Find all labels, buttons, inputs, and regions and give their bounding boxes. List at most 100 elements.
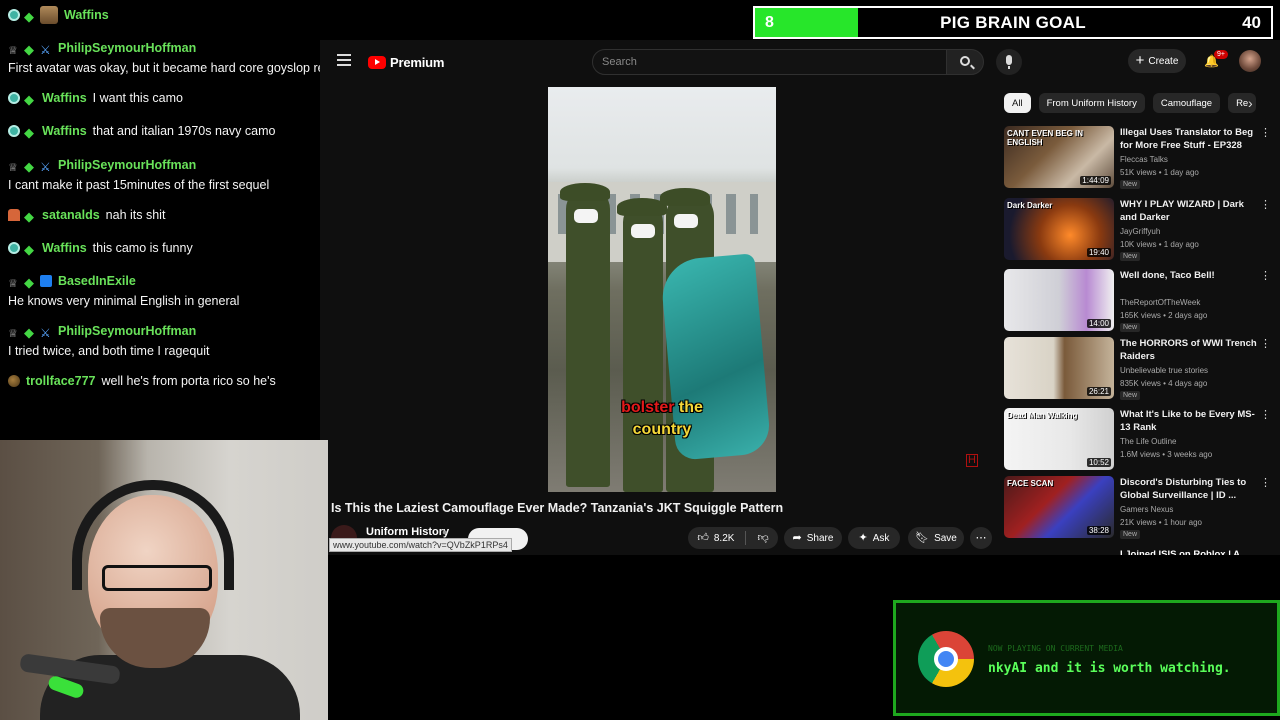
filter-chips: All From Uniform History Camouflage Re xyxy=(1004,93,1257,113)
gem-badge-icon xyxy=(24,92,36,104)
recommendation-title[interactable]: WHY I PLAY WIZARD | Dark and Darker xyxy=(1120,198,1258,224)
video-duration: 19:40 xyxy=(1086,248,1111,257)
chevron-right-icon[interactable]: › xyxy=(1248,95,1253,111)
account-avatar[interactable] xyxy=(1239,50,1261,72)
chat-message-text: I want this camo xyxy=(92,90,183,105)
ask-label: Ask xyxy=(872,532,890,544)
chat-message: BasedInExile He knows very minimal Englis… xyxy=(8,272,368,309)
recommendation-item[interactable]: FACE SCAN 38:28 Discord's Disturbing Ties … xyxy=(1004,476,1274,540)
more-actions-button[interactable]: ⋯ xyxy=(970,527,992,549)
sword-badge-icon xyxy=(40,42,52,54)
more-options-icon[interactable]: ⋮ xyxy=(1260,269,1271,282)
video-thumbnail[interactable]: Dark Darker 19:40 xyxy=(1004,198,1114,260)
chat-username[interactable]: Waffins xyxy=(42,91,87,105)
search-input[interactable] xyxy=(593,50,953,74)
recommendation-meta: 21K views • 1 hour ago xyxy=(1120,518,1202,527)
chat-username[interactable]: satanalds xyxy=(42,208,100,222)
filter-chip[interactable]: From Uniform History xyxy=(1038,93,1145,113)
video-thumbnail[interactable]: CANT EVEN BEG IN ENGLISH 1:44:09 xyxy=(1004,126,1114,188)
recommendation-item[interactable]: Dark Darker 19:40 WHY I PLAY WIZARD | Dark… xyxy=(1004,198,1274,262)
video-thumbnail[interactable]: 14:00 xyxy=(1004,269,1114,331)
like-count[interactable]: 8.2K xyxy=(714,533,735,544)
filter-chip[interactable]: All xyxy=(1004,93,1031,113)
chat-message-text: well he's from porta rico so he's xyxy=(101,373,276,388)
like-icon[interactable]: 👍︎ xyxy=(697,532,709,544)
chat-username[interactable]: PhilipSeymourHoffman xyxy=(58,324,196,338)
video-thumbnail[interactable]: Dead Man Walking 10:52 xyxy=(1004,408,1114,470)
chat-username[interactable]: trollface777 xyxy=(26,374,95,388)
recommendation-channel[interactable]: TheReportOfTheWeek xyxy=(1120,298,1200,307)
video-player[interactable]: bolster the country xyxy=(548,87,776,492)
channel-name[interactable]: Uniform History xyxy=(366,526,449,538)
more-dots-icon: ⋯ xyxy=(975,531,987,544)
video-thumbnail[interactable]: 26:21 xyxy=(1004,337,1114,399)
recommendation-channel[interactable]: JayGriffyuh xyxy=(1120,227,1160,236)
video-duration: 1:44:09 xyxy=(1080,176,1111,185)
more-options-icon[interactable]: ⋮ xyxy=(1260,126,1271,139)
filter-chip[interactable]: Camouflage xyxy=(1152,93,1221,113)
voice-search-mic-icon[interactable] xyxy=(996,49,1022,75)
recommendation-item[interactable]: 14:00 Well done, Taco Bell! TheReportOfThe… xyxy=(1004,269,1274,333)
video-duration: 14:00 xyxy=(1086,319,1111,328)
recommendation-item[interactable]: 26:21 The HORRORS of WWI Trench Raiders Un… xyxy=(1004,337,1274,401)
gem-badge-icon xyxy=(24,325,36,337)
recommendation-channel[interactable]: Unbelievable true stories xyxy=(1120,366,1208,375)
recommendation-title[interactable]: What It's Like to be Every MS-13 Rank xyxy=(1120,408,1258,434)
recommendation-meta: 835K views • 4 days ago xyxy=(1120,379,1208,388)
youtube-premium-logo[interactable]: Premium xyxy=(368,53,444,71)
video-caption: bolster the country xyxy=(621,399,703,438)
create-label: Create xyxy=(1148,55,1179,67)
chat-username[interactable]: BasedInExile xyxy=(58,274,136,288)
new-badge: New xyxy=(1120,180,1141,189)
chat-username[interactable]: PhilipSeymourHoffman xyxy=(58,158,196,172)
hamburger-menu-icon[interactable] xyxy=(337,54,351,66)
channel-watermark[interactable]: H xyxy=(966,454,978,467)
chat-message-text: that and italian 1970s navy camo xyxy=(92,123,276,138)
chrome-logo-icon xyxy=(918,631,974,687)
video-duration: 26:21 xyxy=(1086,387,1111,396)
crown-badge-icon xyxy=(8,275,20,287)
chat-username[interactable]: Waffins xyxy=(42,124,87,138)
recommendation-channel[interactable]: The Life Outline xyxy=(1120,437,1176,446)
chat-message: PhilipSeymourHoffman First avatar was oka… xyxy=(8,39,368,76)
create-button[interactable]: + Create xyxy=(1128,49,1186,73)
crown-badge-icon xyxy=(8,325,20,337)
chat-message-text: I cant make it past 15minutes of the fir… xyxy=(8,177,270,192)
sparkle-icon: ✦ xyxy=(858,531,868,544)
recommendation-channel[interactable]: Fleccas Talks xyxy=(1120,155,1168,164)
recommendation-title[interactable]: The HORRORS of WWI Trench Raiders xyxy=(1120,337,1258,363)
ask-button[interactable]: ✦ Ask xyxy=(848,527,900,549)
recommendation-item[interactable]: CANT EVEN BEG IN ENGLISH 1:44:09 Illegal U… xyxy=(1004,126,1274,190)
more-options-icon[interactable]: ⋮ xyxy=(1260,337,1271,350)
share-label: Share xyxy=(806,532,834,544)
video-thumbnail[interactable]: FACE SCAN 38:28 xyxy=(1004,476,1114,538)
recommendation-title[interactable]: Discord's Disturbing Ties to Global Surv… xyxy=(1120,476,1258,502)
more-options-icon[interactable]: ⋮ xyxy=(1260,476,1271,489)
recommendation-partial-title[interactable]: I Joined ISIS on Roblox | A ... xyxy=(1120,548,1250,555)
more-options-icon[interactable]: ⋮ xyxy=(1260,408,1271,421)
share-button[interactable]: ➦ Share xyxy=(784,527,842,549)
video-title: Is This the Laziest Camouflage Ever Made… xyxy=(331,501,784,515)
chat-message: PhilipSeymourHoffman I cant make it past … xyxy=(8,156,368,193)
chat-badges xyxy=(8,123,40,139)
search-button[interactable] xyxy=(946,49,984,75)
more-options-icon[interactable]: ⋮ xyxy=(1260,198,1271,211)
chat-username[interactable]: PhilipSeymourHoffman xyxy=(58,41,196,55)
hat-badge-icon xyxy=(8,209,20,222)
dislike-icon[interactable]: 👎︎ xyxy=(757,532,768,544)
save-button[interactable]: 🔖︎ Save xyxy=(908,527,964,549)
chat-username[interactable]: Waffins xyxy=(42,241,87,255)
recommendation-title[interactable]: Illegal Uses Translator to Beg for More … xyxy=(1120,126,1258,152)
chat-username[interactable]: Waffins xyxy=(64,8,109,22)
gem-badge-icon xyxy=(24,209,36,221)
chat-message-text: this camo is funny xyxy=(92,240,193,255)
gem-badge-icon xyxy=(24,159,36,171)
recommendation-title[interactable]: Well done, Taco Bell! xyxy=(1120,269,1258,282)
thumbnail-text: FACE SCAN xyxy=(1007,479,1054,488)
crown-badge-icon xyxy=(8,42,20,54)
recommendation-item[interactable]: Dead Man Walking 10:52 What It's Like to b… xyxy=(1004,408,1274,472)
new-badge: New xyxy=(1120,323,1141,332)
sword-badge-icon xyxy=(40,159,52,171)
youtube-window: Premium + Create 9+ bolster the country … xyxy=(320,40,1280,555)
recommendation-channel[interactable]: Gamers Nexus xyxy=(1120,505,1173,514)
